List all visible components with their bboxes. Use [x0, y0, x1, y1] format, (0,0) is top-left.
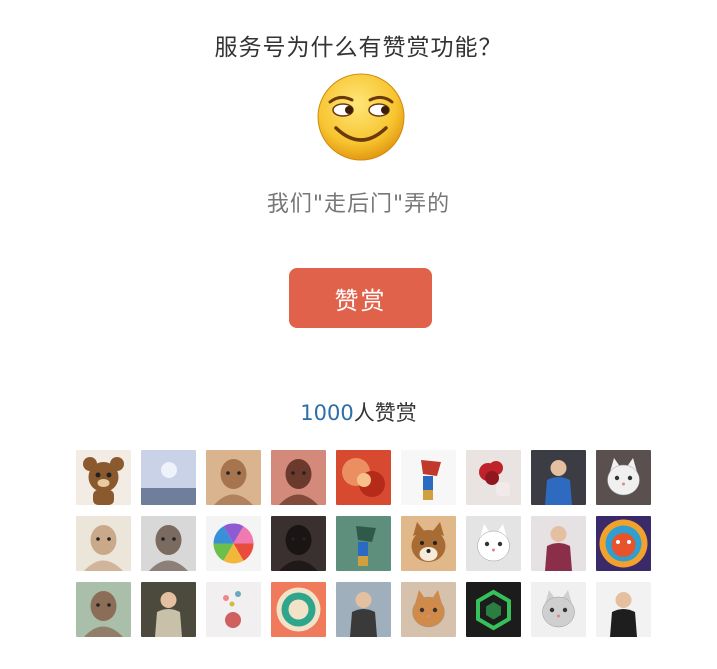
avatar-cat-orange[interactable]	[401, 582, 456, 637]
avatar-child[interactable]	[206, 450, 261, 505]
avatar-woman-light[interactable]	[76, 516, 131, 571]
avatar-green-logo[interactable]	[466, 582, 521, 637]
avatar-child-lake[interactable]	[336, 582, 391, 637]
avatar-dancer[interactable]	[531, 516, 586, 571]
reward-count-number: 1000	[300, 401, 354, 425]
avatar-man-outdoor[interactable]	[76, 582, 131, 637]
avatar-lion-art[interactable]	[596, 516, 651, 571]
avatar-sky[interactable]	[141, 450, 196, 505]
avatar-red-flower[interactable]	[466, 450, 521, 505]
avatar-man-suit[interactable]	[596, 582, 651, 637]
subtitle: 我们"走后门"弄的	[266, 192, 451, 217]
avatar-balloons[interactable]	[206, 582, 261, 637]
avatar-man-road[interactable]	[141, 582, 196, 637]
avatar-green-scene[interactable]	[336, 516, 391, 571]
avatar-bear[interactable]	[76, 450, 131, 505]
avatar-cat-bowtie[interactable]	[531, 582, 586, 637]
avatar-shiba[interactable]	[401, 516, 456, 571]
avatar-man-glasses[interactable]	[141, 516, 196, 571]
reward-count: 1000人赞赏	[0, 397, 717, 427]
question-title: 服务号为什么有赞赏功能？	[214, 35, 503, 61]
avatar-color-wheel[interactable]	[206, 516, 261, 571]
avatar-woman-dark[interactable]	[271, 516, 326, 571]
avatar-boy-blue[interactable]	[531, 450, 586, 505]
avatar-grid	[76, 450, 652, 637]
reward-button[interactable]: 赞赏	[289, 268, 432, 328]
avatar-target[interactable]	[271, 582, 326, 637]
avatar-white-cat[interactable]	[466, 516, 521, 571]
avatar-girl-selfie[interactable]	[271, 450, 326, 505]
avatar-red-art[interactable]	[336, 450, 391, 505]
avatar-figurine[interactable]	[401, 450, 456, 505]
avatar-cat-hat[interactable]	[596, 450, 651, 505]
reward-count-suffix: 人赞赏	[353, 401, 417, 425]
smirk-face-icon	[316, 72, 406, 162]
